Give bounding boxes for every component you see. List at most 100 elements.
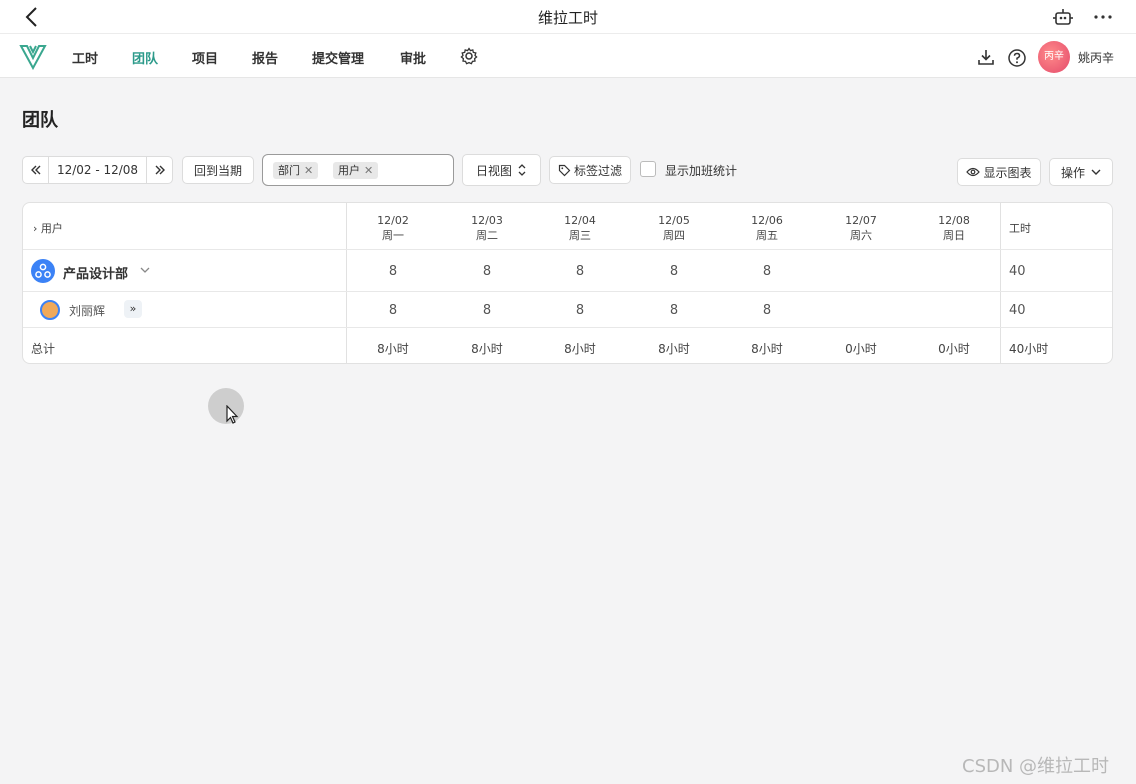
day-header: 12/03 周二 — [440, 213, 534, 243]
department-name[interactable]: 产品设计部 — [63, 263, 128, 282]
user-header-label: 用户 — [40, 222, 63, 235]
user-name[interactable]: 刘丽辉 — [69, 302, 105, 319]
mouse-cursor-icon — [226, 405, 239, 424]
more-icon[interactable] — [1092, 6, 1114, 28]
chevron-down-icon — [1091, 169, 1101, 175]
filter-tag-label: 部门 — [278, 164, 300, 177]
day-date: 12/04 — [564, 214, 596, 227]
day-weekday: 周二 — [476, 229, 498, 242]
filter-tag-label: 用户 — [338, 164, 360, 177]
hours-cell[interactable]: 8 — [440, 303, 534, 318]
hours-cell[interactable]: 8 — [627, 303, 721, 318]
grand-total: 40小时 — [1009, 342, 1049, 356]
date-range-picker: 12/02 - 12/08 — [22, 156, 173, 184]
date-range-label[interactable]: 12/02 - 12/08 — [49, 163, 146, 177]
totals-label: 总计 — [31, 342, 56, 356]
day-date: 12/02 — [377, 214, 409, 227]
gear-icon[interactable] — [460, 47, 478, 65]
expand-user-button[interactable]: » — [124, 300, 142, 318]
filter-tag-user: 用户 ✕ — [333, 162, 379, 179]
row-total: 40 — [1009, 303, 1026, 318]
eye-icon — [966, 167, 981, 177]
day-header: 12/02 周一 — [346, 213, 440, 243]
window-title: 维拉工时 — [537, 9, 598, 27]
tag-filter-label: 标签过滤 — [573, 163, 622, 178]
total-cell: 0小时 — [938, 342, 970, 356]
main-nav: 工时 团队 项目 报告 提交管理 审批 丙辛 姚丙辛 — [0, 34, 1136, 78]
chevron-right-icon: › — [33, 222, 38, 235]
day-date: 12/06 — [751, 214, 783, 227]
back-to-current-button[interactable]: 回到当期 — [182, 156, 254, 184]
day-weekday: 周四 — [663, 229, 685, 242]
total-cell: 8小时 — [471, 342, 503, 356]
user-avatar[interactable]: 丙辛 — [1038, 41, 1070, 73]
download-icon[interactable] — [977, 48, 995, 66]
filter-tag-department: 部门 ✕ — [273, 162, 319, 179]
nav-item-hours[interactable]: 工时 — [72, 48, 98, 67]
team-timesheet-table: › 用户 12/02 周一 12/03 周二 12/04 周三 12/05 周四 12/… — [22, 202, 1113, 364]
total-cell: 0小时 — [845, 342, 877, 356]
day-header: 12/06 周五 — [720, 213, 814, 243]
total-cell: 8小时 — [564, 342, 596, 356]
robot-icon[interactable] — [1052, 6, 1074, 28]
close-icon[interactable]: ✕ — [364, 164, 373, 177]
user-avatar — [40, 300, 60, 320]
double-chevron-right-icon — [155, 165, 165, 175]
row-divider — [23, 249, 1112, 250]
next-week-button[interactable] — [146, 157, 172, 183]
hours-cell[interactable]: 8 — [533, 264, 627, 279]
overtime-checkbox[interactable] — [640, 161, 656, 177]
total-cell: 8小时 — [377, 342, 409, 356]
user-column-header[interactable]: › 用户 — [33, 220, 63, 236]
tag-icon — [558, 164, 571, 176]
day-date: 12/05 — [658, 214, 690, 227]
row-total: 40 — [1009, 264, 1026, 279]
operations-label: 操作 — [1060, 165, 1085, 180]
app-logo-icon[interactable] — [19, 42, 47, 70]
total-cell: 8小时 — [751, 342, 783, 356]
overtime-label: 显示加班统计 — [665, 164, 738, 178]
department-icon — [31, 259, 55, 283]
username[interactable]: 姚丙辛 — [1078, 49, 1114, 66]
view-select-value: 日视图 — [475, 163, 512, 178]
hours-cell[interactable]: 8 — [533, 303, 627, 318]
filter-input[interactable]: 部门 ✕ 用户 ✕ — [262, 154, 454, 186]
day-header: 12/07 周六 — [814, 213, 908, 243]
chevron-down-icon[interactable] — [139, 264, 151, 276]
double-chevron-left-icon — [30, 165, 40, 175]
view-select[interactable]: 日视图 — [462, 154, 541, 186]
day-date: 12/03 — [471, 214, 503, 227]
day-header: 12/04 周三 — [533, 213, 627, 243]
day-date: 12/07 — [845, 214, 877, 227]
hours-cell[interactable]: 8 — [440, 264, 534, 279]
nav-item-projects[interactable]: 项目 — [192, 48, 218, 67]
show-chart-label: 显示图表 — [983, 165, 1032, 180]
previous-week-button[interactable] — [23, 157, 49, 183]
title-bar: 维拉工时 — [0, 0, 1136, 34]
day-weekday: 周五 — [756, 229, 778, 242]
nav-item-reports[interactable]: 报告 — [252, 48, 278, 67]
tag-filter-button[interactable]: 标签过滤 — [549, 156, 631, 184]
total-cell: 8小时 — [658, 342, 690, 356]
operations-dropdown[interactable]: 操作 — [1049, 158, 1113, 186]
hours-cell[interactable]: 8 — [627, 264, 721, 279]
day-weekday: 周日 — [943, 229, 965, 242]
show-chart-button[interactable]: 显示图表 — [957, 158, 1041, 186]
page-title: 团队 — [22, 110, 58, 131]
close-icon[interactable]: ✕ — [304, 164, 313, 177]
help-icon[interactable] — [1007, 48, 1027, 68]
day-weekday: 周一 — [382, 229, 404, 242]
hours-cell[interactable]: 8 — [346, 264, 440, 279]
sort-chevrons-icon — [518, 164, 526, 176]
hours-column-header: 工时 — [1009, 222, 1031, 235]
nav-item-submissions[interactable]: 提交管理 — [312, 48, 364, 67]
day-weekday: 周三 — [569, 229, 591, 242]
hours-cell[interactable]: 8 — [720, 264, 814, 279]
nav-item-team[interactable]: 团队 — [132, 48, 158, 67]
hours-cell[interactable]: 8 — [346, 303, 440, 318]
day-date: 12/08 — [938, 214, 970, 227]
day-weekday: 周六 — [850, 229, 872, 242]
hours-cell[interactable]: 8 — [720, 303, 814, 318]
nav-item-approvals[interactable]: 审批 — [400, 48, 426, 67]
watermark: CSDN @维拉工时 — [962, 756, 1110, 777]
